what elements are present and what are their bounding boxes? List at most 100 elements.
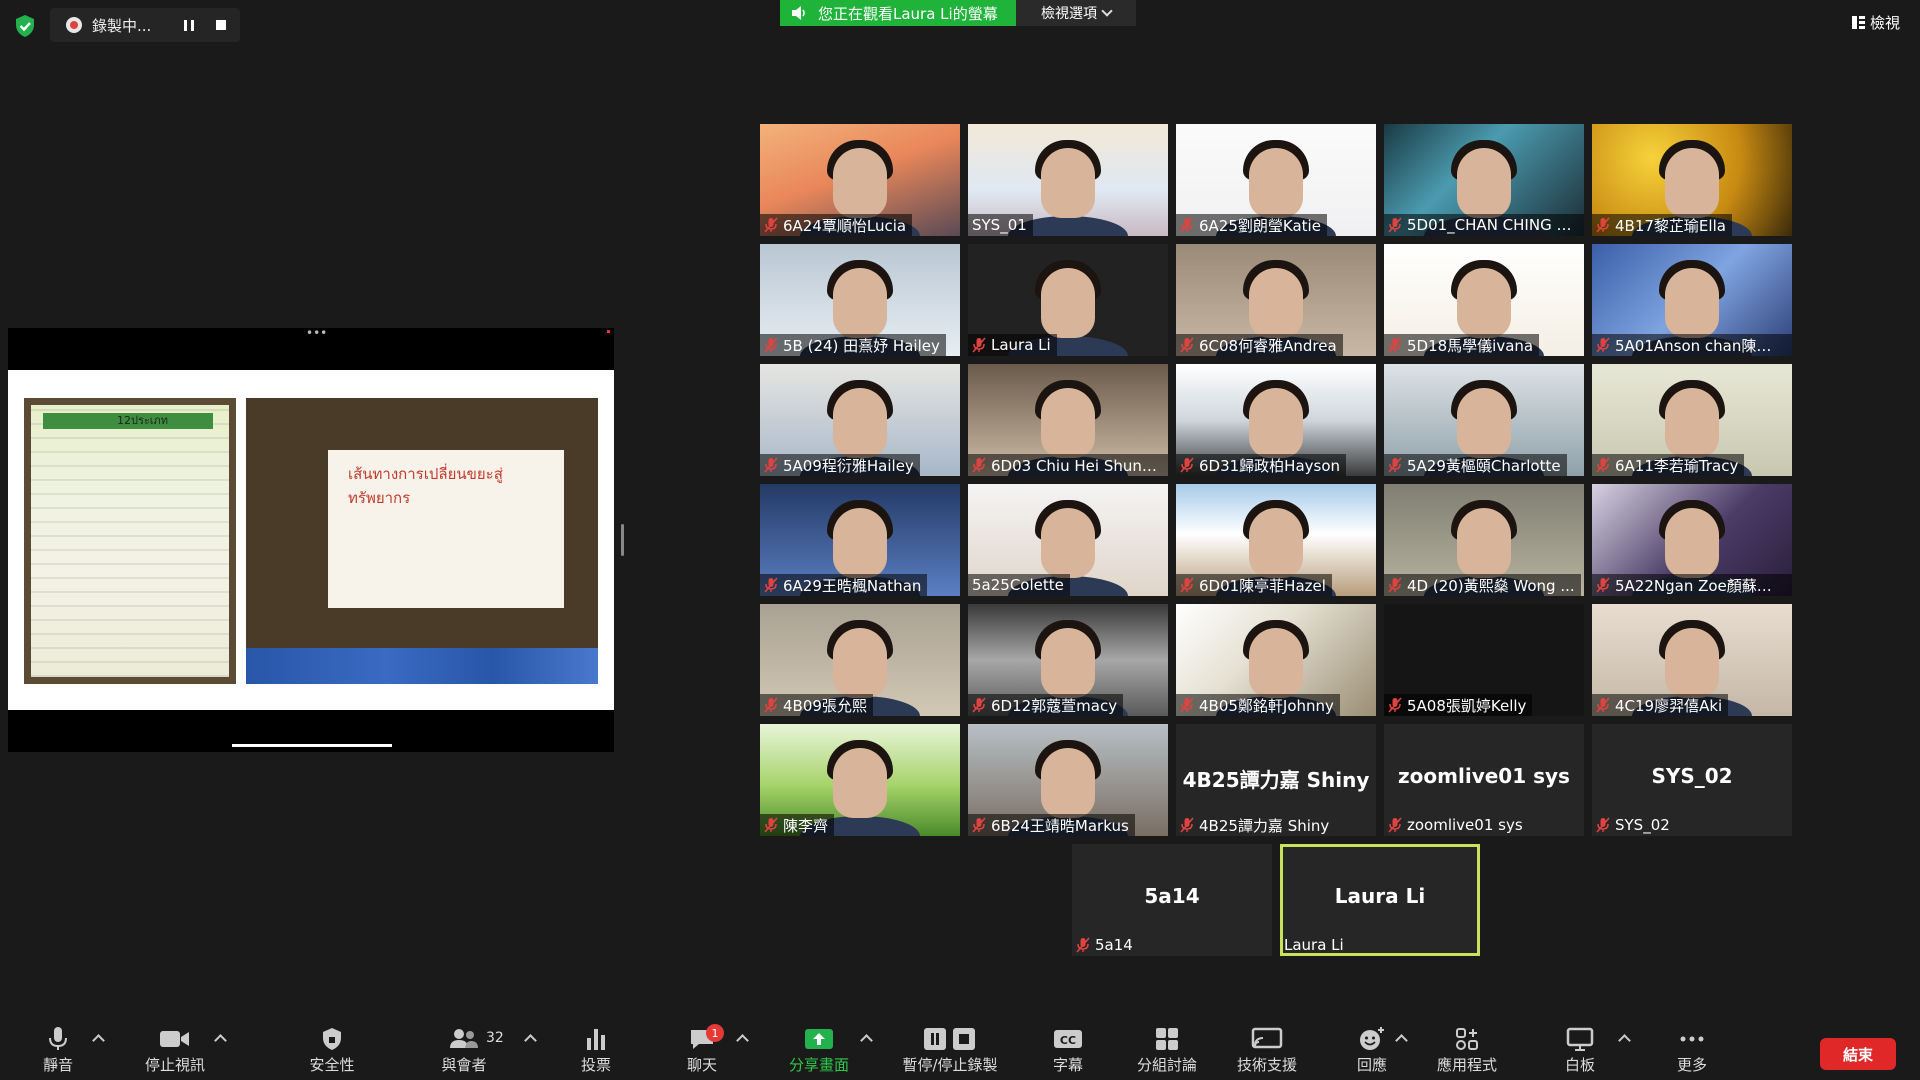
- participant-tile[interactable]: 6D01陳亭菲Hazel: [1176, 484, 1376, 596]
- participant-tile[interactable]: 陳李齊: [760, 724, 960, 836]
- reactions-button[interactable]: 回應: [1352, 1008, 1392, 1080]
- view-options-button[interactable]: 檢視選項: [1016, 0, 1136, 26]
- end-meeting-button[interactable]: 結束: [1820, 1038, 1896, 1070]
- participant-tile[interactable]: 6C08何睿雅Andrea: [1176, 244, 1376, 356]
- participant-tile[interactable]: 4B17黎芷瑜Ella: [1592, 124, 1792, 236]
- whiteboard-options-chevron[interactable]: [1618, 1034, 1631, 1047]
- participant-tile[interactable]: 6D12郭蔻萱macy: [968, 604, 1168, 716]
- participant-tile[interactable]: 6A11李若瑜Tracy: [1592, 364, 1792, 476]
- captions-button[interactable]: CC 字幕: [1048, 1008, 1088, 1080]
- participant-tile[interactable]: 5A29黃樞頤Charlotte: [1384, 364, 1584, 476]
- recording-label: 錄製中...: [92, 16, 152, 35]
- stop-recording-button[interactable]: [210, 14, 232, 36]
- view-options-label: 檢視選項: [1041, 6, 1097, 22]
- participant-display-name: Laura Li: [1334, 884, 1426, 908]
- participants-options-chevron[interactable]: [524, 1034, 537, 1047]
- more-options-icon[interactable]: •••: [306, 326, 327, 340]
- participant-name-label: zoomlive01 sys: [1384, 814, 1529, 836]
- participant-name-label: 5A08張凱婷Kelly: [1384, 694, 1533, 716]
- share-screen-button[interactable]: 分享畫面: [786, 1008, 852, 1080]
- participant-tile[interactable]: 5D18馬學儀ivana: [1384, 244, 1584, 356]
- muted-microphone-icon: [764, 337, 778, 353]
- breakout-rooms-button[interactable]: 分組討論: [1134, 1008, 1200, 1080]
- muted-microphone-icon: [764, 217, 778, 233]
- participant-name-label: 6A11李若瑜Tracy: [1592, 454, 1745, 476]
- participant-tile[interactable]: 5A22Ngan Zoe顏蘇兒...: [1592, 484, 1792, 596]
- participant-tile[interactable]: 6D03 Chiu Hei Shun趙...: [968, 364, 1168, 476]
- participant-tile[interactable]: 4C19廖羿僖Aki: [1592, 604, 1792, 716]
- participant-tile[interactable]: 4D (20)黃熙燊 Wong ...: [1384, 484, 1584, 596]
- tech-support-button[interactable]: 技術支援: [1234, 1008, 1300, 1080]
- participant-tile[interactable]: 5B (24) 田熹妤 Hailey: [760, 244, 960, 356]
- participant-tile[interactable]: SYS_02 SYS_02: [1592, 724, 1792, 836]
- video-options-chevron[interactable]: [214, 1034, 227, 1047]
- view-layout-button[interactable]: 檢視: [1851, 12, 1900, 33]
- participant-tile[interactable]: 5A01Anson chan陳正熹: [1592, 244, 1792, 356]
- share-options-chevron[interactable]: [860, 1034, 873, 1047]
- participant-name-label: 6C08何睿雅Andrea: [1176, 334, 1343, 356]
- muted-microphone-icon: [1180, 457, 1194, 473]
- participant-name-label: Laura Li: [1280, 934, 1350, 956]
- mute-button[interactable]: 靜音: [36, 1008, 80, 1080]
- layout-grid-icon: [1851, 16, 1865, 29]
- shield-icon[interactable]: [12, 13, 38, 39]
- participant-tile[interactable]: zoomlive01 sys zoomlive01 sys: [1384, 724, 1584, 836]
- participant-tile[interactable]: Laura Li: [968, 244, 1168, 356]
- muted-microphone-icon: [1596, 217, 1610, 233]
- participant-tile[interactable]: 6B24王靖晧Markus: [968, 724, 1168, 836]
- participant-tile[interactable]: 6A29王晧楓Nathan: [760, 484, 960, 596]
- participant-tile[interactable]: Laura Li Laura Li: [1280, 844, 1480, 956]
- record-icon: [66, 17, 82, 33]
- more-button[interactable]: 更多: [1672, 1008, 1712, 1080]
- polls-button[interactable]: 投票: [576, 1008, 616, 1080]
- participant-tile[interactable]: SYS_01: [968, 124, 1168, 236]
- stop-video-button[interactable]: 停止視訊: [140, 1008, 210, 1080]
- muted-microphone-icon: [1388, 337, 1402, 353]
- pause-stop-recording-button[interactable]: 暫停/停止錄製: [898, 1008, 1002, 1080]
- participant-tile[interactable]: 6A25劉朗瑩Katie: [1176, 124, 1376, 236]
- whiteboard-button[interactable]: 白板: [1560, 1008, 1600, 1080]
- presentation-slide: 12ประเภท เส้นทางการเปลี่ยนขยะสู่ทรัพยากร: [8, 370, 614, 710]
- participant-tile[interactable]: 5A09程衍雅Hailey: [760, 364, 960, 476]
- participant-name-label: 5A22Ngan Zoe顏蘇兒...: [1592, 574, 1792, 596]
- chat-options-chevron[interactable]: [736, 1034, 749, 1047]
- split-view-divider[interactable]: [621, 524, 624, 556]
- participant-tile[interactable]: 5a25Colette: [968, 484, 1168, 596]
- apps-button[interactable]: 應用程式: [1434, 1008, 1500, 1080]
- slide-photo-poster: 12ประเภท: [24, 398, 236, 684]
- participant-name-label: 6A29王晧楓Nathan: [760, 574, 928, 596]
- apps-icon: [1456, 1028, 1478, 1050]
- participant-tile[interactable]: 5a14 5a14: [1072, 844, 1272, 956]
- participant-tile[interactable]: 4B09張允熙: [760, 604, 960, 716]
- share-scroll-handle[interactable]: [232, 744, 392, 747]
- muted-microphone-icon: [972, 697, 986, 713]
- muted-microphone-icon: [972, 817, 986, 833]
- muted-microphone-icon: [1180, 697, 1194, 713]
- pause-recording-button[interactable]: [178, 14, 200, 36]
- participants-button[interactable]: 與會者: [436, 1008, 492, 1080]
- participant-name-label: 6D01陳亭菲Hazel: [1176, 574, 1332, 596]
- participants-icon: [450, 1029, 478, 1048]
- participant-name: 5A08張凱婷Kelly: [1407, 696, 1527, 715]
- participant-tile[interactable]: 6D31歸政柏Hayson: [1176, 364, 1376, 476]
- participant-name-label: SYS_02: [1592, 814, 1676, 836]
- participant-name: 4B17黎芷瑜Ella: [1615, 216, 1726, 235]
- participant-name: 6A11李若瑜Tracy: [1615, 456, 1739, 475]
- polls-label: 投票: [580, 1056, 611, 1074]
- chat-button[interactable]: 聊天: [682, 1008, 722, 1080]
- pause-icon: [184, 19, 194, 31]
- participant-tile[interactable]: 5A08張凱婷Kelly: [1384, 604, 1584, 716]
- security-button[interactable]: 安全性: [300, 1008, 364, 1080]
- participant-tile[interactable]: 6A24覃順怡Lucia: [760, 124, 960, 236]
- audio-options-chevron[interactable]: [92, 1034, 105, 1047]
- participant-display-name: SYS_02: [1651, 764, 1733, 788]
- reactions-options-chevron[interactable]: [1395, 1034, 1408, 1047]
- muted-microphone-icon: [1596, 577, 1610, 593]
- participant-name-label: 5a25Colette: [968, 574, 1070, 596]
- participant-name: 5B (24) 田熹妤 Hailey: [783, 336, 940, 355]
- shared-screen[interactable]: ••• 12ประเภท เส้นทางการเปลี่ยนขยะสู่ทรัพ…: [8, 326, 614, 752]
- participant-tile[interactable]: 5D01_CHAN CHING YI...: [1384, 124, 1584, 236]
- muted-microphone-icon: [1388, 697, 1402, 713]
- participant-tile[interactable]: 4B25譚力嘉 Shiny 4B25譚力嘉 Shiny: [1176, 724, 1376, 836]
- participant-tile[interactable]: 4B05鄭銘軒Johnny: [1176, 604, 1376, 716]
